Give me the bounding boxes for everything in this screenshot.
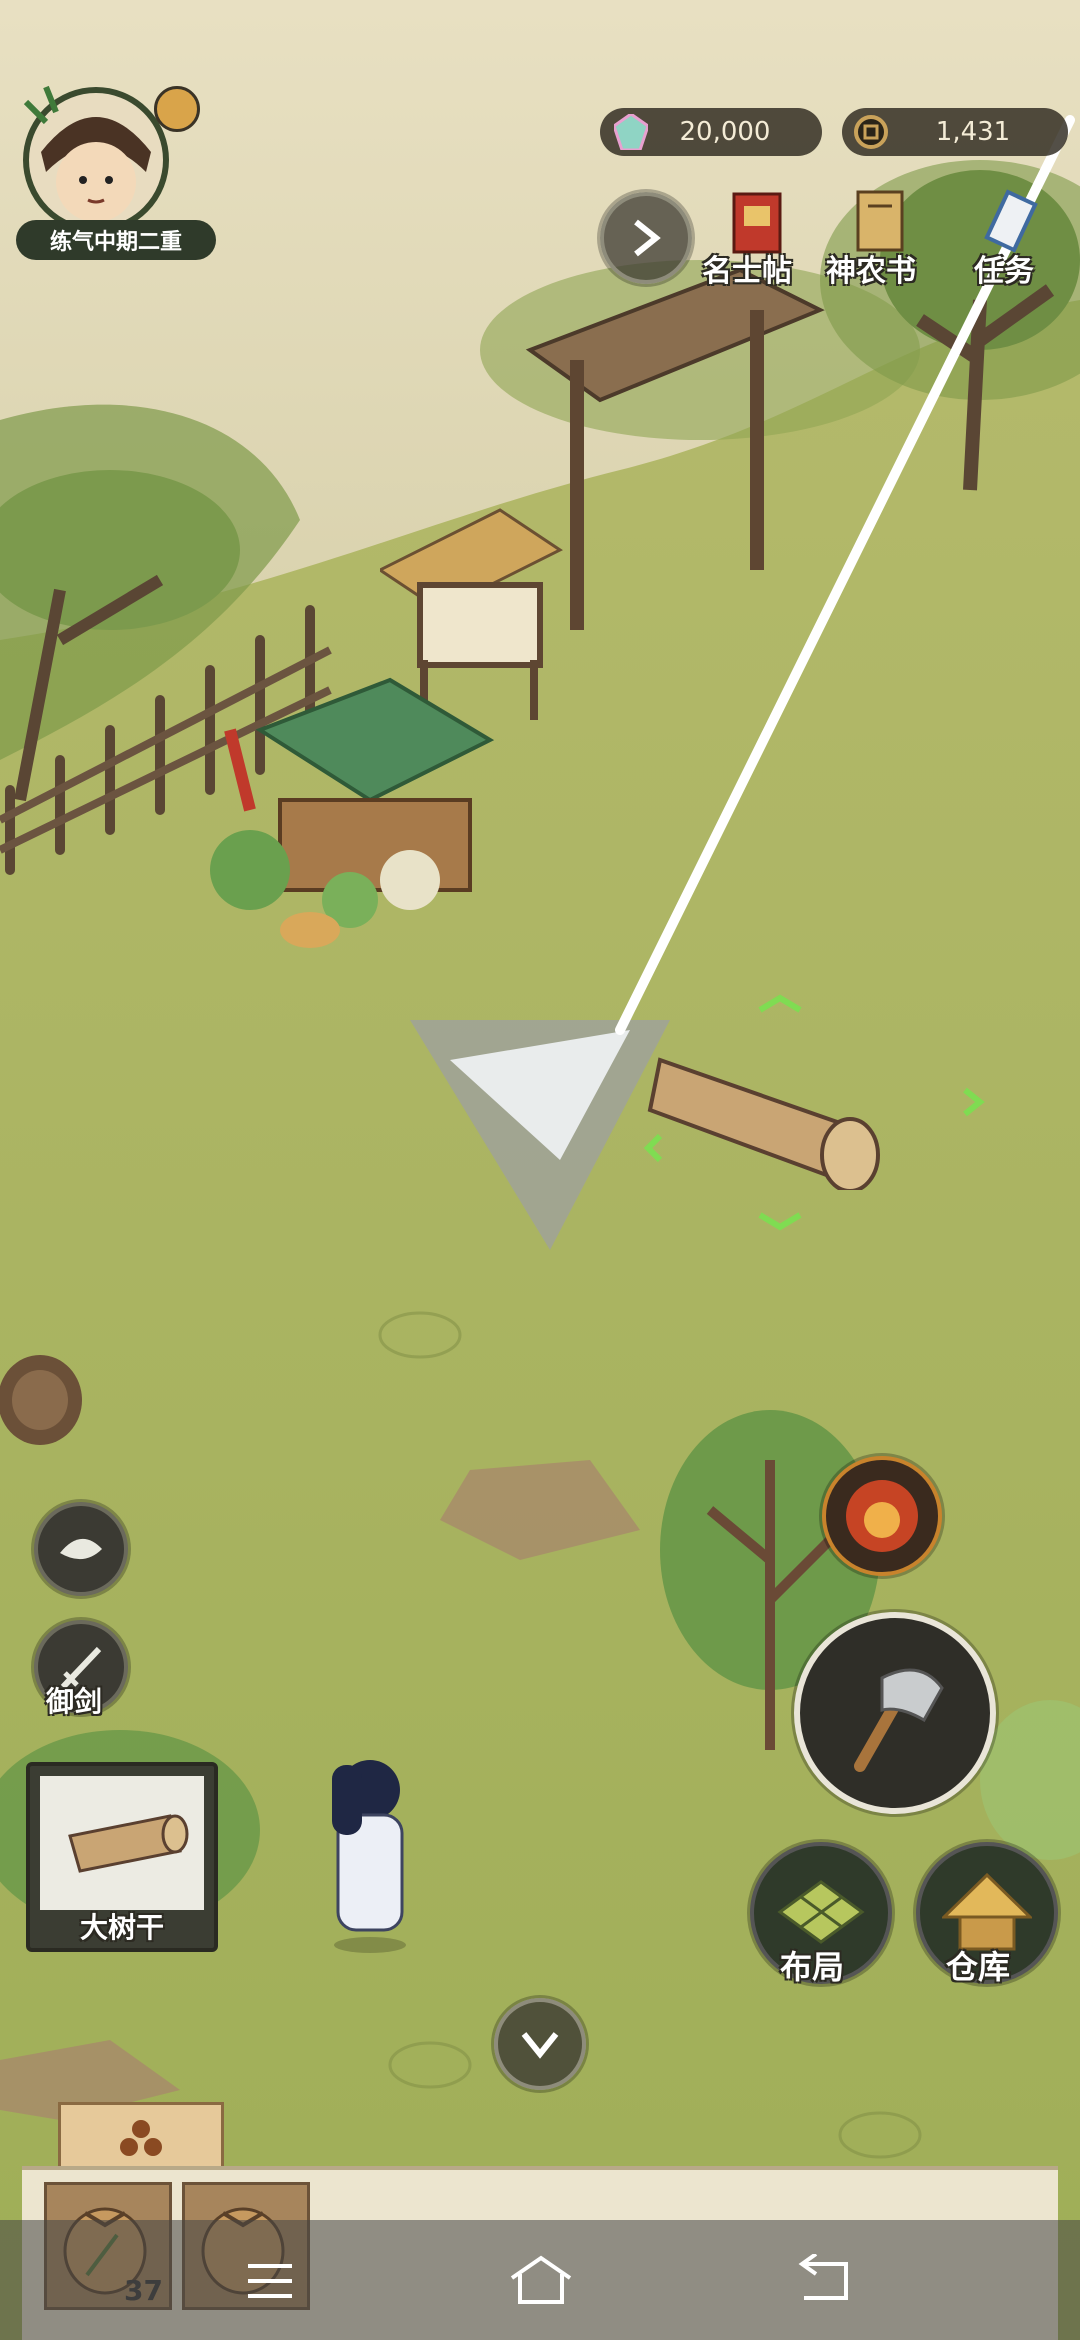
cultivation-level-label: 练气中期二重 (16, 220, 216, 260)
tree-stump (0, 1355, 82, 1445)
vegetable-stall (210, 677, 495, 948)
player-character[interactable] (320, 1745, 420, 1955)
coin-count: 1,431 (935, 117, 1011, 147)
expand-menu-button[interactable] (600, 192, 692, 284)
chevron-down-icon (521, 2032, 559, 2059)
target-thumbnail (40, 1776, 204, 1910)
inventory-tab[interactable] (58, 2102, 224, 2172)
collapse-panel-button[interactable] (494, 1998, 586, 2090)
target-name: 大树干 (79, 1911, 164, 1944)
game-scene[interactable] (0, 0, 1080, 2340)
back-icon[interactable] (792, 2254, 858, 2308)
storage-label: 仓库 (946, 1948, 1011, 1986)
invitation-label: 名士帖 (702, 254, 792, 289)
realm-badge-icon (154, 86, 200, 132)
layout-label: 布局 (780, 1948, 845, 1986)
menu-tasks[interactable]: 任务 (960, 186, 1070, 289)
player-avatar[interactable]: 练气中期二重 (16, 82, 216, 260)
menu-shennong-book[interactable]: 神农书 (822, 186, 942, 289)
coin-icon (854, 115, 888, 149)
coin-counter[interactable]: 1,431 (842, 108, 1068, 156)
fire-skill-button[interactable] (822, 1456, 942, 1576)
arrow-pointer (410, 1020, 670, 1250)
gem-count: 20,000 (679, 117, 771, 147)
fire-spirit-icon (846, 1480, 918, 1552)
gem-counter[interactable]: 20,000 (600, 108, 822, 156)
sword-flight-label: 御剑 (46, 1685, 103, 1718)
menu-icon[interactable] (240, 2256, 300, 2306)
granary-icon (942, 1873, 1032, 1951)
view-toggle-button[interactable] (34, 1502, 128, 1596)
axe-icon (854, 1668, 944, 1772)
chevron-right-icon (634, 219, 661, 257)
tasks-label: 任务 (974, 254, 1034, 289)
log-icon (68, 1814, 189, 1873)
chop-axe-button[interactable] (794, 1612, 996, 1814)
book-label: 神农书 (826, 254, 916, 289)
home-icon[interactable] (506, 2252, 576, 2308)
eye-icon (60, 1538, 102, 1560)
layout-grid-icon (777, 1880, 865, 1944)
system-nav-bar (0, 2220, 1080, 2340)
tree-top-left (0, 470, 240, 802)
crystal-icon (612, 112, 650, 152)
menu-invitation[interactable]: 名士帖 (700, 186, 820, 289)
target-card[interactable]: 大树干 (26, 1762, 218, 1952)
seed-pile-icon (120, 2120, 162, 2156)
